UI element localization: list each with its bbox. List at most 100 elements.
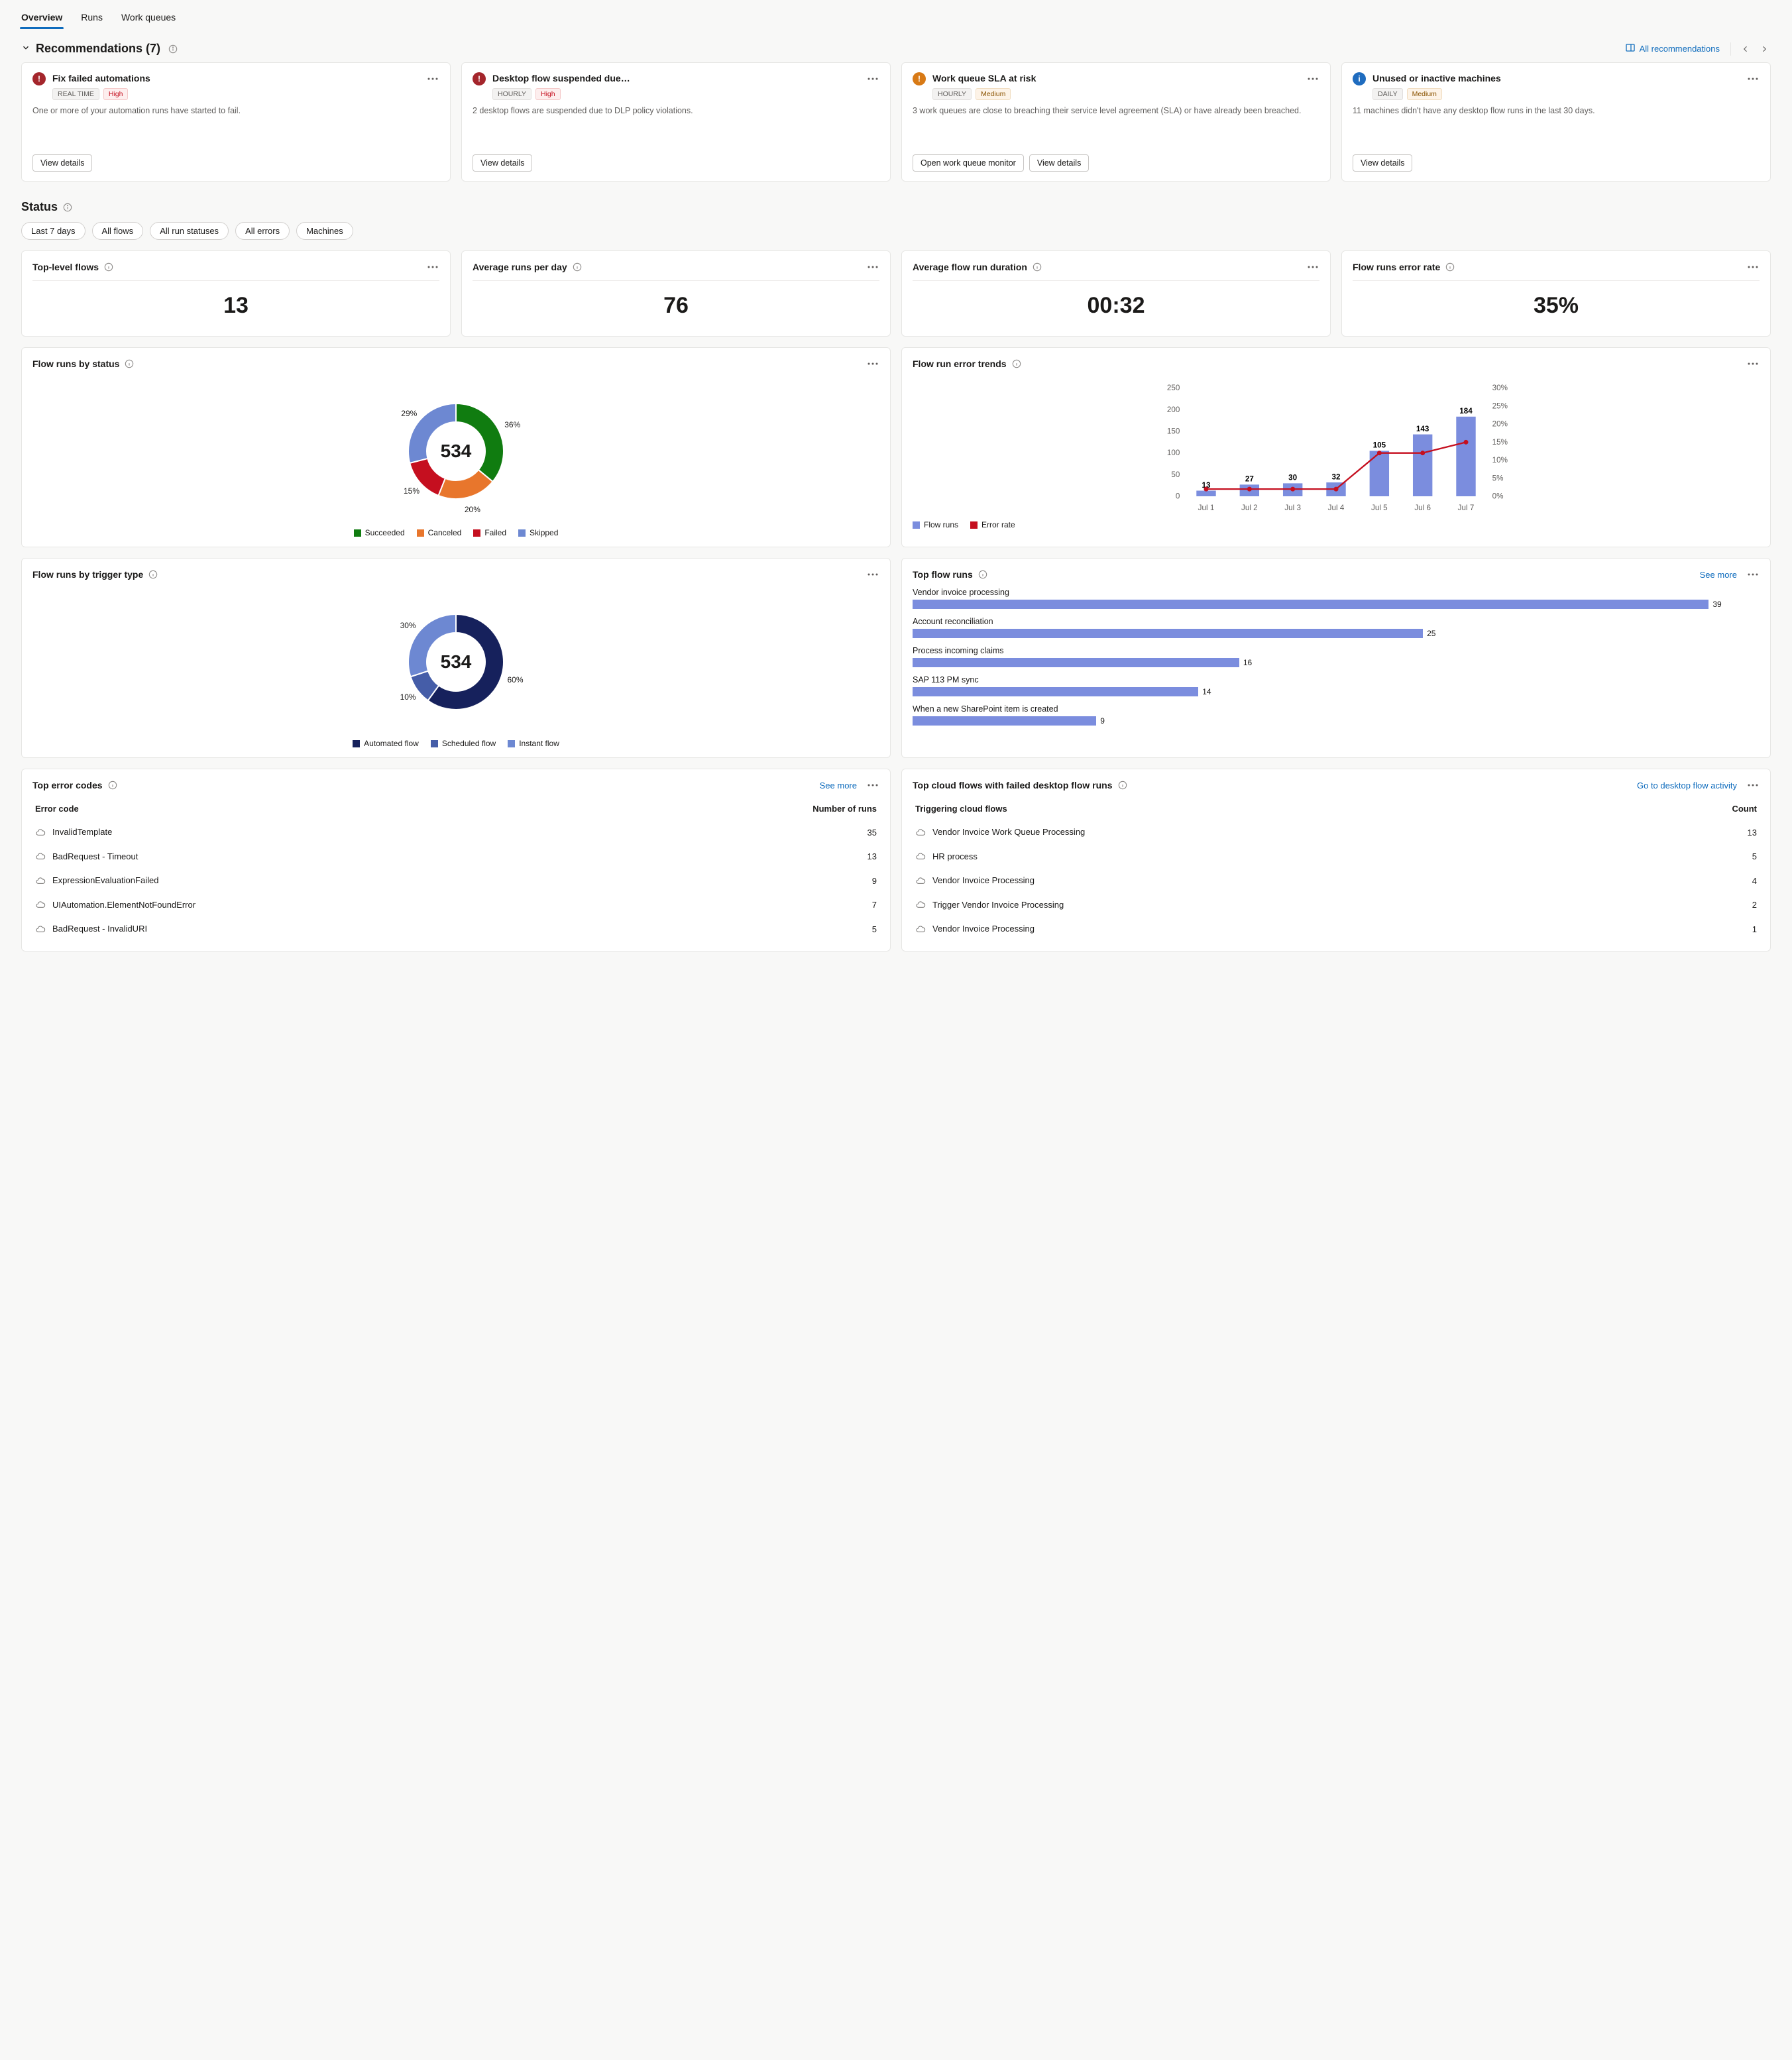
svg-text:20%: 20% xyxy=(1492,420,1508,429)
rec-title: Desktop flow suspended due… xyxy=(492,72,860,84)
hbar-label: When a new SharePoint item is created xyxy=(913,704,1760,714)
table-row[interactable]: ExpressionEvaluationFailed9 xyxy=(32,869,879,893)
info-icon[interactable] xyxy=(63,203,72,212)
hbar-fill xyxy=(913,629,1423,638)
table-row[interactable]: UIAutomation.ElementNotFoundError 7 xyxy=(32,893,879,918)
info-icon[interactable] xyxy=(108,781,117,790)
rec-prev-button[interactable] xyxy=(1739,42,1752,56)
table-row[interactable]: BadRequest - InvalidURI5 xyxy=(32,917,879,942)
kpi-value: 35% xyxy=(1353,285,1760,327)
svg-text:27: 27 xyxy=(1245,475,1254,484)
recommendations-header: Recommendations (7) All recommendations xyxy=(21,42,1771,56)
donut-pct-label: 10% xyxy=(400,692,416,702)
info-icon[interactable] xyxy=(104,262,113,272)
table-row[interactable]: HR process5 xyxy=(913,845,1760,869)
view-details-button[interactable]: View details xyxy=(473,154,532,172)
table-row[interactable]: Trigger Vendor Invoice Processing2 xyxy=(913,893,1760,918)
info-icon[interactable] xyxy=(1033,262,1042,272)
cloud-flow-name: Vendor Invoice Processing xyxy=(932,924,1035,934)
more-icon[interactable] xyxy=(1746,72,1760,85)
filter-machines[interactable]: Machines xyxy=(296,222,353,240)
info-icon[interactable] xyxy=(978,570,987,579)
filter-flows[interactable]: All flows xyxy=(92,222,144,240)
svg-text:30%: 30% xyxy=(1492,384,1508,392)
cloud-icon xyxy=(35,876,46,887)
run-count: 7 xyxy=(630,893,879,918)
svg-text:10%: 10% xyxy=(1492,456,1508,464)
kpi-error-rate: Flow runs error rate 35% xyxy=(1341,250,1771,337)
info-icon[interactable] xyxy=(1012,359,1021,368)
more-icon[interactable] xyxy=(1746,357,1760,370)
more-icon[interactable] xyxy=(426,260,439,274)
table-row[interactable]: Vendor Invoice Work Queue Processing13 xyxy=(913,820,1760,845)
filter-run-statuses[interactable]: All run statuses xyxy=(150,222,229,240)
table-row[interactable]: InvalidTemplate35 xyxy=(32,820,879,845)
table-row[interactable]: Vendor Invoice Processing4 xyxy=(913,869,1760,893)
see-more-link[interactable]: See more xyxy=(1700,570,1737,580)
svg-text:105: 105 xyxy=(1373,441,1386,450)
run-count: 5 xyxy=(630,917,879,942)
tab-overview[interactable]: Overview xyxy=(21,8,62,29)
hbar-fill xyxy=(913,600,1708,609)
rec-card-unused: i Unused or inactive machines DAILY Medi… xyxy=(1341,62,1771,182)
tab-work-queues[interactable]: Work queues xyxy=(121,8,176,29)
info-icon[interactable] xyxy=(168,44,178,54)
hbar-value: 16 xyxy=(1243,658,1252,667)
hbar-item: SAP 113 PM sync14 xyxy=(913,675,1760,696)
cloud-icon xyxy=(915,900,926,910)
more-icon[interactable] xyxy=(866,72,879,85)
tab-runs[interactable]: Runs xyxy=(81,8,103,29)
error-code: UIAutomation.ElementNotFoundError xyxy=(52,900,196,910)
svg-text:250: 250 xyxy=(1167,384,1180,392)
table-row[interactable]: BadRequest - Timeout13 xyxy=(32,845,879,869)
table-row[interactable]: Vendor Invoice Processing1 xyxy=(913,917,1760,942)
info-icon[interactable] xyxy=(1118,781,1127,790)
open-monitor-button[interactable]: Open work queue monitor xyxy=(913,154,1024,172)
combo-chart: 0501001502002500%5%10%15%20%25%30%13Jul … xyxy=(913,376,1760,515)
hbar-item: Vendor invoice processing39 xyxy=(913,588,1760,609)
filter-date-range[interactable]: Last 7 days xyxy=(21,222,85,240)
more-icon[interactable] xyxy=(866,260,879,274)
kpi-value: 00:32 xyxy=(913,285,1319,327)
rec-next-button[interactable] xyxy=(1758,42,1771,56)
more-icon[interactable] xyxy=(1306,72,1319,85)
more-icon[interactable] xyxy=(866,568,879,581)
view-details-button[interactable]: View details xyxy=(32,154,92,172)
view-details-button[interactable]: View details xyxy=(1029,154,1089,172)
hbar-fill xyxy=(913,716,1096,726)
all-recommendations-link[interactable]: All recommendations xyxy=(1625,42,1720,55)
alert-icon: ! xyxy=(473,72,486,85)
rec-desc: 2 desktop flows are suspended due to DLP… xyxy=(473,105,879,149)
hbar-fill xyxy=(913,687,1198,696)
more-icon[interactable] xyxy=(866,779,879,792)
col-run-count: Number of runs xyxy=(630,797,879,820)
more-icon[interactable] xyxy=(426,72,439,85)
view-details-button[interactable]: View details xyxy=(1353,154,1412,172)
rec-title: Unused or inactive machines xyxy=(1372,72,1740,84)
more-icon[interactable] xyxy=(1306,260,1319,274)
filter-errors[interactable]: All errors xyxy=(235,222,290,240)
status-filters: Last 7 days All flows All run statuses A… xyxy=(21,222,1771,240)
kpi-value: 13 xyxy=(32,285,439,327)
severity-badge: Medium xyxy=(976,88,1011,100)
svg-text:143: 143 xyxy=(1416,425,1429,433)
go-to-activity-link[interactable]: Go to desktop flow activity xyxy=(1637,781,1737,790)
donut-pct-label: 29% xyxy=(401,409,417,418)
more-icon[interactable] xyxy=(1746,568,1760,581)
hbar-item: Account reconciliation25 xyxy=(913,617,1760,638)
error-code: BadRequest - Timeout xyxy=(52,851,138,861)
hbar-label: SAP 113 PM sync xyxy=(913,675,1760,684)
more-icon[interactable] xyxy=(1746,779,1760,792)
alert-icon: ! xyxy=(32,72,46,85)
see-more-link[interactable]: See more xyxy=(820,781,857,790)
svg-text:Jul 1: Jul 1 xyxy=(1198,504,1215,512)
info-icon[interactable] xyxy=(573,262,582,272)
kpi-top-level-flows: Top-level flows 13 xyxy=(21,250,451,337)
info-icon[interactable] xyxy=(148,570,158,579)
more-icon[interactable] xyxy=(866,357,879,370)
info-icon[interactable] xyxy=(125,359,134,368)
more-icon[interactable] xyxy=(1746,260,1760,274)
info-icon[interactable] xyxy=(1445,262,1455,272)
severity-badge: Medium xyxy=(1407,88,1442,100)
chevron-down-icon[interactable] xyxy=(21,43,30,54)
